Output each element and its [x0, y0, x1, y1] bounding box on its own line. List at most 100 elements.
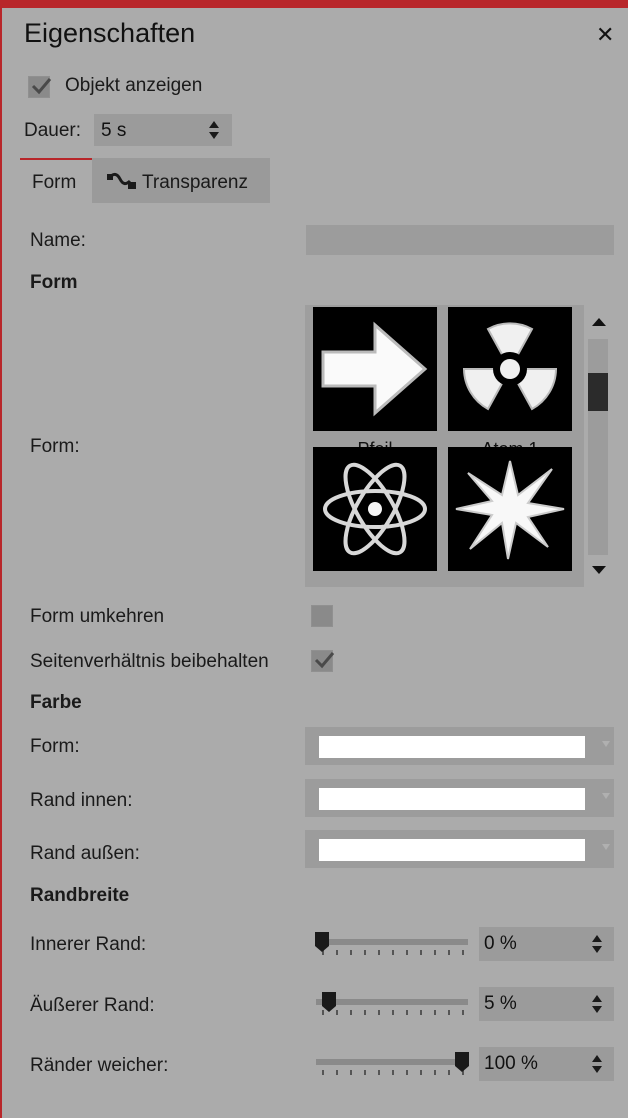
slider-ticks — [322, 1070, 464, 1076]
border-heading: Randbreite — [30, 885, 130, 906]
outer-border-slider[interactable] — [314, 988, 474, 1020]
color-outer-label: Rand außen: — [30, 843, 140, 864]
slider-tick — [364, 1070, 366, 1075]
shape-thumb-arrow[interactable] — [313, 307, 437, 431]
slider-handle[interactable] — [321, 991, 337, 1013]
outer-border-label: Äußerer Rand: — [30, 995, 155, 1016]
slider-track — [316, 999, 468, 1005]
scroll-thumb[interactable] — [588, 373, 608, 411]
chevron-down-icon — [602, 741, 610, 747]
tab-transparenz[interactable]: Transparenz — [92, 158, 270, 203]
slider-handle[interactable] — [314, 931, 330, 953]
slider-tick — [434, 950, 436, 955]
slider-track — [316, 1059, 468, 1065]
slider-tick — [350, 1010, 352, 1015]
slider-tick — [392, 950, 394, 955]
scroll-track[interactable] — [588, 339, 608, 555]
spinner-arrows-icon[interactable] — [591, 1054, 603, 1074]
soften-edges-slider[interactable] — [314, 1048, 474, 1080]
slider-ticks — [322, 1010, 464, 1016]
shape-thumb-radiation[interactable] — [448, 307, 572, 431]
slider-tick — [336, 950, 338, 955]
soften-edges-spinner[interactable]: 100 % — [479, 1047, 614, 1081]
chevron-down-icon — [602, 793, 610, 799]
show-object-label: Objekt anzeigen — [65, 75, 203, 96]
invert-shape-checkbox[interactable] — [311, 605, 333, 627]
slider-tick — [434, 1070, 436, 1075]
shape-gallery: Pfeil Atom 1 — [305, 305, 614, 587]
invert-shape-label: Form umkehren — [30, 606, 165, 627]
close-icon[interactable]: ✕ — [596, 22, 614, 48]
keep-aspect-label: Seitenverhältnis beibehalten — [30, 651, 269, 672]
slider-tick — [350, 950, 352, 955]
slider-tick — [378, 1010, 380, 1015]
slider-tick — [406, 950, 408, 955]
soften-edges-label: Ränder weicher: — [30, 1055, 169, 1076]
slider-tick — [378, 950, 380, 955]
shape-thumb-atom[interactable] — [313, 447, 437, 571]
color-heading: Farbe — [30, 692, 82, 713]
accent-bar — [2, 0, 628, 8]
panel-title: Eigenschaften — [24, 18, 196, 48]
tab-transparenz-label: Transparenz — [142, 172, 248, 193]
starburst-shape-icon — [455, 460, 565, 560]
slider-track — [316, 939, 468, 945]
duration-label: Dauer: — [24, 120, 82, 141]
slider-tick — [448, 1010, 450, 1015]
color-form-label: Form: — [30, 736, 80, 757]
color-outer-picker[interactable] — [305, 830, 614, 868]
inner-border-slider[interactable] — [314, 928, 474, 960]
transparency-wave-icon — [107, 172, 136, 189]
slider-tick — [434, 1010, 436, 1015]
duration-value: 5 s — [101, 120, 127, 141]
slider-tick — [448, 950, 450, 955]
color-swatch — [319, 839, 585, 861]
slider-tick — [448, 1070, 450, 1075]
properties-panel: Eigenschaften ✕ Objekt anzeigen Dauer: 5… — [0, 0, 628, 1118]
shape-thumb-starburst[interactable] — [448, 447, 572, 571]
tab-form[interactable]: Form — [32, 172, 76, 194]
slider-tick — [364, 950, 366, 955]
duration-spinner[interactable]: 5 s — [94, 114, 232, 146]
form-label: Form: — [30, 436, 80, 457]
show-object-checkbox[interactable] — [28, 76, 52, 98]
outer-border-value: 5 % — [484, 993, 517, 1014]
arrow-shape-icon — [321, 321, 428, 417]
slider-tick — [462, 1010, 464, 1015]
slider-tick — [392, 1070, 394, 1075]
inner-border-spinner[interactable]: 0 % — [479, 927, 614, 961]
atom-shape-icon — [323, 462, 427, 556]
slider-tick — [462, 950, 464, 955]
chevron-down-icon — [602, 844, 610, 850]
slider-tick — [406, 1070, 408, 1075]
gallery-scrollbar[interactable] — [584, 305, 614, 587]
slider-tick — [406, 1010, 408, 1015]
spinner-arrows-icon[interactable] — [591, 994, 603, 1014]
slider-tick — [336, 1070, 338, 1075]
color-inner-picker[interactable] — [305, 779, 614, 817]
radiation-shape-icon — [462, 322, 558, 411]
soften-edges-value: 100 % — [484, 1053, 538, 1074]
slider-tick — [420, 950, 422, 955]
checkmark-icon — [31, 78, 52, 95]
slider-tick — [350, 1070, 352, 1075]
color-swatch — [319, 788, 585, 810]
slider-tick — [420, 1010, 422, 1015]
name-input[interactable] — [306, 225, 614, 255]
keep-aspect-checkbox[interactable] — [311, 650, 335, 672]
slider-tick — [420, 1070, 422, 1075]
color-swatch — [319, 736, 585, 758]
slider-tick — [378, 1070, 380, 1075]
slider-tick — [392, 1010, 394, 1015]
slider-tick — [322, 1070, 324, 1075]
form-heading: Form — [30, 272, 78, 293]
scroll-up-icon[interactable] — [591, 317, 607, 327]
spinner-arrows-icon[interactable] — [208, 120, 220, 140]
color-form-picker[interactable] — [305, 727, 614, 765]
slider-ticks — [322, 950, 464, 956]
slider-handle[interactable] — [454, 1051, 470, 1073]
active-tab-indicator — [20, 158, 92, 160]
scroll-down-icon[interactable] — [591, 565, 607, 575]
spinner-arrows-icon[interactable] — [591, 934, 603, 954]
outer-border-spinner[interactable]: 5 % — [479, 987, 614, 1021]
